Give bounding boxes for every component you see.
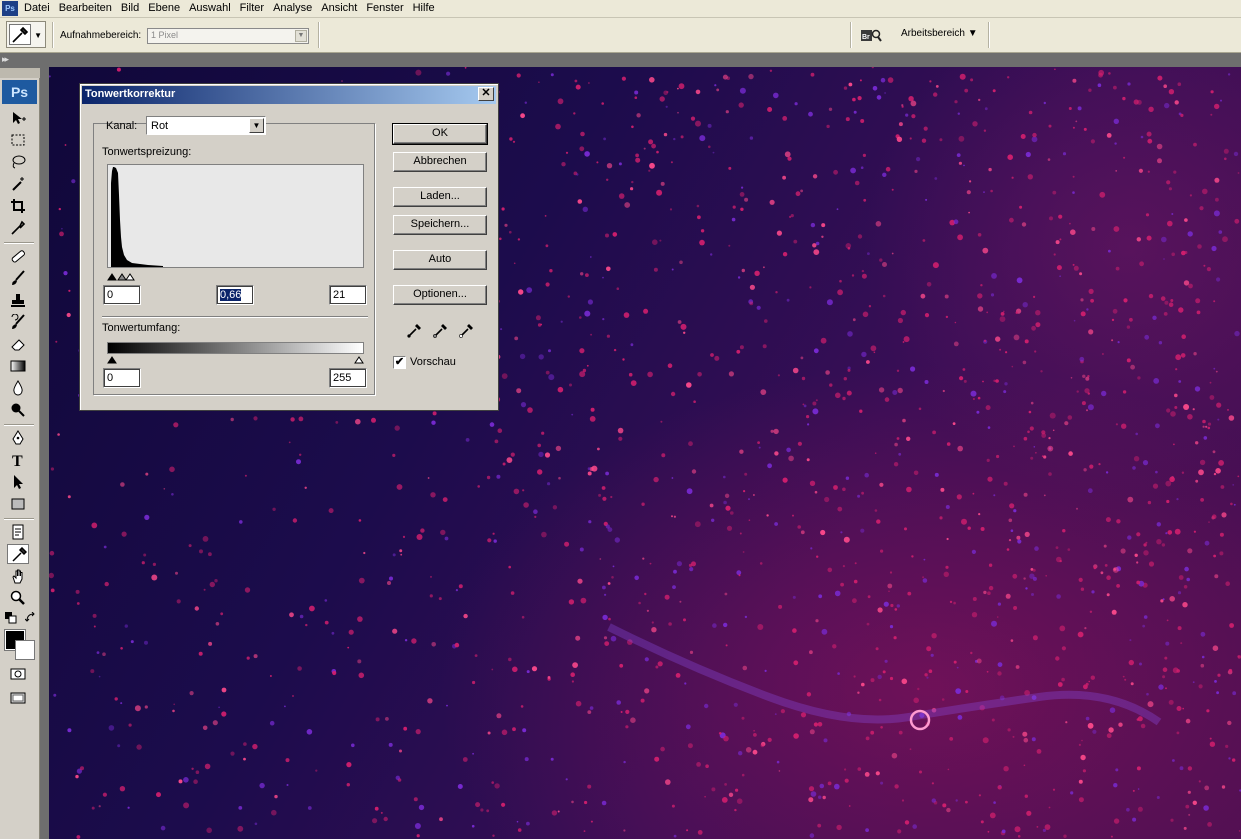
menu-filter[interactable]: Filter <box>237 0 270 17</box>
white-point-eyedropper-icon[interactable] <box>457 321 475 339</box>
default-colors-icon[interactable] <box>2 610 17 624</box>
zoom-tool[interactable] <box>7 588 29 608</box>
sample-size-select[interactable]: 1 Pixel ▼ <box>147 28 309 44</box>
close-icon: ✕ <box>481 87 491 99</box>
type-tool[interactable]: T <box>7 450 29 470</box>
clone-stamp-tool[interactable] <box>7 290 29 310</box>
menu-ebene[interactable]: Ebene <box>145 0 186 17</box>
options-bar: ▼ Aufnahmebereich: 1 Pixel ▼ Br Arbeitsb… <box>0 18 1241 53</box>
quick-mask-icon[interactable] <box>7 664 29 684</box>
menu-bild[interactable]: Bild <box>118 0 145 17</box>
eraser-tool[interactable] <box>7 334 29 354</box>
eyedropper-icon <box>9 24 31 45</box>
toolbox-separator <box>4 424 34 426</box>
bridge-label: Br <box>862 34 870 41</box>
input-gamma-field[interactable]: 0,66 <box>216 285 254 305</box>
gradient-tool[interactable] <box>7 356 29 376</box>
channel-label: Kanal: <box>106 120 138 132</box>
options-separator <box>988 22 990 48</box>
marquee-tool[interactable] <box>7 130 29 150</box>
pen-tool[interactable] <box>7 428 29 448</box>
panel-strip: ▸▸ <box>0 53 1241 67</box>
blur-tool[interactable] <box>7 378 29 398</box>
output-white-field[interactable]: 255 <box>329 368 367 388</box>
hand-tool[interactable] <box>7 566 29 586</box>
healing-brush-tool[interactable] <box>7 246 29 266</box>
section-divider <box>102 316 368 318</box>
preview-label: Vorschau <box>410 356 456 368</box>
screen-mode-icon[interactable] <box>7 688 29 708</box>
menu-fenster[interactable]: Fenster <box>363 0 409 17</box>
bridge-button[interactable]: Br <box>860 27 882 44</box>
toolbox-separator <box>4 242 34 244</box>
toolbox-separator <box>4 518 34 520</box>
input-levels-label: Tonwertspreizung: <box>102 146 192 158</box>
menu-analyse[interactable]: Analyse <box>270 0 318 17</box>
preview-checkbox[interactable]: ✔ <box>393 356 406 369</box>
options-separator <box>318 22 320 48</box>
toolbox-grip[interactable] <box>0 68 40 78</box>
levels-dialog: Tonwertkorrektur ✕ Kanal: Rot ▼ Tonwerts… <box>79 83 499 411</box>
output-black-field[interactable]: 0 <box>103 368 141 388</box>
chevron-down-icon: ▼ <box>34 31 42 40</box>
toolbox: Ps T <box>0 68 40 839</box>
collapse-panel-icon[interactable]: ▸▸ <box>2 54 9 65</box>
ok-button[interactable]: OK <box>392 123 488 145</box>
eyedropper-tool[interactable] <box>7 544 29 564</box>
menu-datei[interactable]: Datei <box>21 0 56 17</box>
app-logo: Ps <box>2 1 18 16</box>
output-levels-label: Tonwertumfang: <box>102 322 181 334</box>
path-selection-tool[interactable] <box>7 472 29 492</box>
brush-tool[interactable] <box>7 268 29 288</box>
swap-colors-icon[interactable] <box>22 610 36 624</box>
dodge-tool[interactable] <box>7 400 29 420</box>
dialog-titlebar[interactable]: Tonwertkorrektur ✕ <box>82 86 496 104</box>
auto-button[interactable]: Auto <box>393 250 487 270</box>
black-point-eyedropper-icon[interactable] <box>405 321 423 339</box>
notes-tool[interactable] <box>7 522 29 542</box>
channel-select[interactable]: Rot ▼ <box>146 116 266 135</box>
bridge-icon: Br <box>861 29 882 42</box>
tool-preset-picker[interactable]: ▼ <box>6 21 46 48</box>
svg-text:T: T <box>12 453 23 468</box>
output-levels-gradient <box>107 342 364 354</box>
channel-value: Rot <box>151 120 169 132</box>
sample-size-value: 1 Pixel <box>151 30 179 40</box>
histogram-graph <box>111 167 163 267</box>
save-button[interactable]: Speichern... <box>393 215 487 235</box>
menu-ansicht[interactable]: Ansicht <box>318 0 363 17</box>
output-levels-slider[interactable] <box>107 354 364 364</box>
checkmark-icon: ✔ <box>394 356 405 368</box>
workspace-button[interactable]: Arbeitsbereich ▼ <box>901 28 978 39</box>
magic-wand-tool[interactable] <box>7 174 29 194</box>
options-button[interactable]: Optionen... <box>393 285 487 305</box>
options-separator <box>52 22 54 48</box>
background-color-swatch[interactable] <box>15 640 35 660</box>
lasso-tool[interactable] <box>7 152 29 172</box>
sample-size-label: Aufnahmebereich: <box>60 30 142 41</box>
gray-point-eyedropper-icon[interactable] <box>431 321 449 339</box>
move-tool[interactable] <box>7 108 29 128</box>
input-black-field[interactable]: 0 <box>103 285 141 305</box>
menu-bar: Ps Datei Bearbeiten Bild Ebene Auswahl F… <box>0 0 1241 18</box>
input-white-field[interactable]: 21 <box>329 285 367 305</box>
menu-bearbeiten[interactable]: Bearbeiten <box>56 0 118 17</box>
chevron-down-icon: ▼ <box>249 118 264 133</box>
crop-tool[interactable] <box>7 196 29 216</box>
load-button[interactable]: Laden... <box>393 187 487 207</box>
menu-auswahl[interactable]: Auswahl <box>186 0 237 17</box>
chevron-down-icon: ▼ <box>295 30 307 42</box>
input-levels-slider[interactable] <box>107 269 364 281</box>
histogram <box>107 164 364 268</box>
menu-hilfe[interactable]: Hilfe <box>410 0 441 17</box>
toolbox-logo: Ps <box>2 80 37 104</box>
slice-tool[interactable] <box>7 218 29 238</box>
dialog-title: Tonwertkorrektur <box>85 88 176 100</box>
close-button[interactable]: ✕ <box>478 87 494 101</box>
cancel-button[interactable]: Abbrechen <box>393 152 487 172</box>
shape-tool[interactable] <box>7 494 29 514</box>
options-separator <box>850 22 852 48</box>
history-brush-tool[interactable] <box>7 312 29 332</box>
